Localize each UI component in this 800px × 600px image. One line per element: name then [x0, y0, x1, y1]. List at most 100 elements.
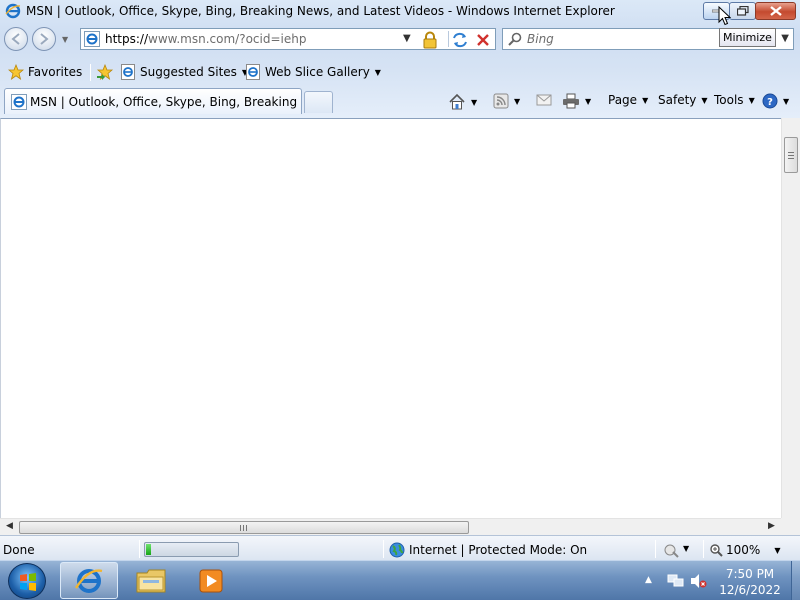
scrollbar-corner: [781, 518, 800, 535]
zoom-label: 100%: [726, 543, 761, 557]
vertical-scroll-thumb[interactable]: [784, 137, 798, 173]
taskbar: ▲ 7:50 PM 12/6/2022: [0, 560, 800, 600]
favorites-button[interactable]: Favorites: [8, 63, 82, 81]
printer-icon: [563, 93, 579, 109]
show-hidden-icons-button[interactable]: ▲: [645, 575, 652, 585]
lock-icon[interactable]: [421, 31, 439, 52]
vertical-scrollbar[interactable]: [781, 118, 800, 518]
chevron-down-icon: ▼: [701, 95, 708, 105]
clock-date: 12/6/2022: [719, 583, 781, 597]
address-url[interactable]: https://www.msn.com/?ocid=iehp: [105, 32, 306, 46]
tab-msn[interactable]: MSN | Outlook, Office, Skype, Bing, Brea…: [4, 88, 302, 114]
chevron-down-icon[interactable]: ▼: [585, 97, 591, 106]
favorites-label: Favorites: [28, 65, 83, 79]
chevron-down-icon: ▼: [783, 96, 790, 106]
new-tab-button[interactable]: [304, 91, 333, 113]
network-icon[interactable]: [667, 573, 685, 592]
web-slice-gallery-label: Web Slice Gallery: [265, 65, 370, 79]
status-bar: Done Internet | Protected Mode: On ▼ 100…: [0, 535, 800, 560]
help-button[interactable]: ? ▼: [762, 93, 789, 109]
minimize-tooltip: Minimize: [719, 28, 776, 47]
back-button[interactable]: [4, 27, 28, 51]
mail-icon: [536, 94, 552, 106]
folder-icon: [136, 569, 166, 592]
start-button[interactable]: [8, 563, 46, 599]
svg-text:?: ?: [767, 97, 773, 108]
zoom-level[interactable]: 100% ▼: [710, 543, 780, 557]
globe-icon: [389, 542, 405, 558]
chevron-down-icon: ▼: [774, 545, 781, 555]
media-player-icon: [199, 569, 223, 592]
progress-fill: [146, 544, 151, 555]
rss-feed-icon: [493, 93, 509, 109]
web-slice-gallery-link[interactable]: Web Slice Gallery ▼: [245, 63, 381, 81]
mouse-cursor-icon: [718, 5, 732, 29]
security-zone-label: Internet | Protected Mode: On: [409, 543, 588, 557]
safety-menu[interactable]: Safety ▼: [658, 93, 708, 107]
ie-logo-icon: [5, 3, 21, 22]
ie-page-icon: [121, 64, 135, 80]
horizontal-scrollbar[interactable]: ◀ ▶: [0, 518, 781, 535]
ie-logo-icon: [74, 568, 103, 593]
suggested-sites-label: Suggested Sites: [140, 65, 237, 79]
zoom-icon: [710, 543, 723, 557]
page-menu-label: Page: [608, 93, 638, 107]
security-zone[interactable]: Internet | Protected Mode: On: [389, 542, 587, 558]
close-button[interactable]: [755, 2, 796, 20]
windows-logo-icon: [20, 573, 36, 591]
home-icon: [449, 93, 465, 110]
favorites-star-icon: [8, 64, 24, 80]
page-favicon-icon: [11, 94, 27, 113]
clock-time: 7:50 PM: [725, 567, 775, 581]
page-favicon-icon: [84, 31, 100, 50]
search-icon[interactable]: [508, 32, 522, 49]
page-menu[interactable]: Page ▼: [608, 93, 648, 107]
chevron-down-icon[interactable]: ▼: [514, 97, 520, 106]
feeds-button[interactable]: ▼: [493, 93, 520, 109]
read-mail-button[interactable]: [536, 93, 552, 107]
show-desktop-button[interactable]: [791, 561, 800, 600]
volume-muted-icon[interactable]: [690, 573, 708, 592]
help-icon: ?: [762, 93, 778, 109]
address-dropdown-icon[interactable]: ▼: [403, 33, 411, 44]
chevron-down-icon: ▼: [642, 95, 649, 105]
favorites-bar: Favorites Suggested Sites ▼ Web Slice Ga…: [0, 58, 800, 86]
tab-title: MSN | Outlook, Office, Skype, Bing, Brea…: [30, 95, 298, 109]
status-text: Done: [3, 543, 35, 557]
scroll-left-arrow-icon[interactable]: ◀: [6, 521, 13, 531]
tab-row: MSN | Outlook, Office, Skype, Bing, Brea…: [0, 86, 800, 116]
ie-page-icon: [246, 64, 260, 80]
horizontal-scroll-thumb[interactable]: [19, 521, 469, 534]
search-options-dropdown[interactable]: ▼: [781, 33, 789, 44]
address-bar[interactable]: https://www.msn.com/?ocid=iehp ▼: [80, 28, 496, 50]
restore-button[interactable]: [729, 2, 756, 20]
title-bar: MSN | Outlook, Office, Skype, Bing, Brea…: [0, 0, 800, 24]
window-title: MSN | Outlook, Office, Skype, Bing, Brea…: [26, 4, 615, 18]
suggested-sites-link[interactable]: Suggested Sites ▼: [120, 63, 248, 81]
add-favorite-icon: [96, 64, 114, 80]
taskbar-windows-explorer[interactable]: [122, 562, 180, 599]
tools-menu[interactable]: Tools ▼: [714, 93, 755, 107]
search-placeholder[interactable]: Bing: [527, 32, 554, 46]
chevron-down-icon[interactable]: ▼: [471, 98, 477, 107]
browser-chrome: MSN | Outlook, Office, Skype, Bing, Brea…: [0, 0, 800, 118]
safety-menu-label: Safety: [658, 93, 697, 107]
refresh-icon[interactable]: [451, 31, 469, 52]
tools-menu-label: Tools: [714, 93, 744, 107]
forward-button[interactable]: [32, 27, 56, 51]
chevron-down-icon[interactable]: ▼: [683, 544, 689, 553]
taskbar-internet-explorer[interactable]: [60, 562, 118, 599]
chevron-down-icon: ▼: [748, 95, 755, 105]
protected-mode-icon[interactable]: [663, 542, 679, 561]
stop-icon[interactable]: [474, 31, 492, 52]
scroll-right-arrow-icon[interactable]: ▶: [768, 521, 775, 531]
page-content[interactable]: [0, 118, 781, 518]
chevron-down-icon[interactable]: ▼: [375, 68, 381, 77]
add-to-favorites-bar-button[interactable]: [96, 63, 114, 81]
system-clock[interactable]: 7:50 PM 12/6/2022: [712, 566, 788, 598]
print-button[interactable]: ▼: [562, 93, 591, 109]
page-load-progress: [144, 542, 239, 557]
taskbar-media-player[interactable]: [182, 562, 240, 599]
home-button[interactable]: ▼: [448, 93, 477, 111]
recent-pages-dropdown[interactable]: ▼: [62, 35, 68, 44]
